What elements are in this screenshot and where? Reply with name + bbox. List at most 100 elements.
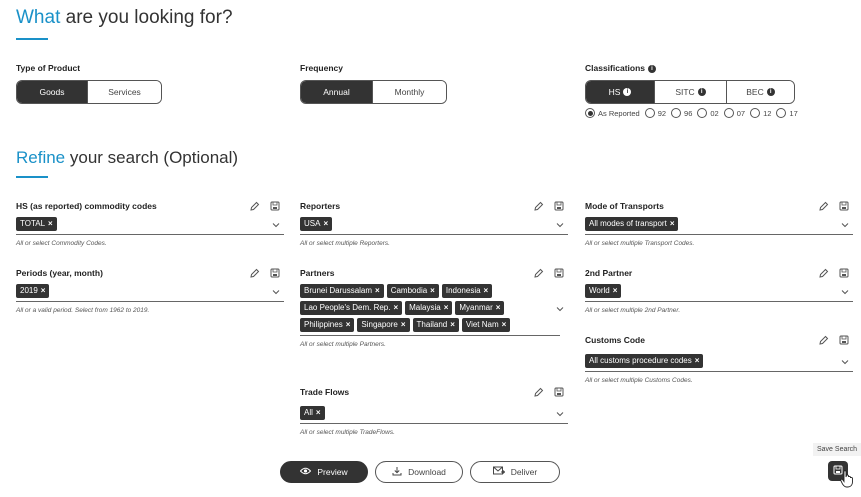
save-icon[interactable] (839, 335, 849, 345)
chip[interactable]: All customs procedure codes × (585, 354, 704, 368)
chip[interactable]: World × (585, 284, 622, 298)
partners-select[interactable]: Brunei Darussalam × Cambodia × Indonesia × … (300, 282, 564, 336)
chip[interactable]: Philippines × (300, 318, 355, 332)
field-label: Periods (year, month) (16, 268, 103, 278)
pencil-icon[interactable] (250, 201, 260, 211)
transport-select[interactable]: All modes of transport × (585, 215, 853, 235)
chip[interactable]: Viet Nam × (461, 318, 511, 332)
chevron-down-icon[interactable] (556, 410, 564, 418)
save-icon[interactable] (839, 201, 849, 211)
reporters-select[interactable]: USA × (300, 215, 568, 235)
bec-option[interactable]: BEC i (726, 81, 794, 103)
monthly-option[interactable]: Monthly (372, 81, 446, 103)
chip[interactable]: Malaysia × (405, 301, 453, 315)
chip[interactable]: USA × (300, 217, 333, 231)
save-icon[interactable] (270, 201, 280, 211)
annual-option[interactable]: Annual (301, 81, 372, 103)
info-icon: i (766, 88, 775, 96)
chip[interactable]: Myanmar × (455, 301, 505, 315)
field-label: HS (as reported) commodity codes (16, 201, 157, 211)
remove-chip-icon[interactable]: × (430, 286, 435, 295)
hs-codes-select[interactable]: TOTAL × (16, 215, 284, 235)
radio-07[interactable]: 07 (723, 108, 745, 118)
hs-option[interactable]: HS i (586, 81, 654, 103)
customs-select[interactable]: All customs procedure codes × (585, 352, 853, 372)
chevron-down-icon[interactable] (272, 288, 280, 296)
chip[interactable]: Cambodia × (386, 284, 439, 298)
remove-chip-icon[interactable]: × (346, 320, 351, 329)
save-search-tooltip: Save Search (813, 443, 861, 456)
field-label: Partners (300, 268, 335, 278)
remove-chip-icon[interactable]: × (401, 320, 406, 329)
remove-chip-icon[interactable]: × (48, 219, 53, 228)
remove-chip-icon[interactable]: × (502, 320, 507, 329)
partner2-select[interactable]: World × (585, 282, 853, 302)
radio-96[interactable]: 96 (671, 108, 692, 118)
chip[interactable]: TOTAL × (16, 217, 57, 231)
download-button[interactable]: Download (375, 461, 463, 483)
chevron-down-icon[interactable] (556, 221, 564, 229)
chip[interactable]: All × (300, 406, 325, 420)
type-of-product-label: Type of Product (16, 63, 81, 73)
radio-12[interactable]: 12 (750, 108, 771, 118)
sitc-option[interactable]: SITC i (654, 81, 726, 103)
remove-chip-icon[interactable]: × (496, 303, 501, 312)
trade-flows-select[interactable]: All × (300, 404, 568, 424)
hs-codes-field: HS (as reported) commodity codes TOTAL × … (16, 201, 284, 247)
periods-select[interactable]: 2019 × (16, 282, 284, 302)
chip[interactable]: Brunei Darussalam × (300, 284, 384, 298)
chevron-down-icon[interactable] (272, 221, 280, 229)
chevron-down-icon[interactable] (841, 288, 849, 296)
chip[interactable]: All modes of transport × (585, 217, 679, 231)
chip[interactable]: Lao People's Dem. Rep. × (300, 301, 403, 315)
classifications-label: Classifications i (585, 63, 656, 73)
remove-chip-icon[interactable]: × (484, 286, 489, 295)
eye-icon (300, 467, 312, 477)
radio-02[interactable]: 02 (697, 108, 719, 118)
remove-chip-icon[interactable]: × (695, 356, 700, 365)
classification-toggle: HS i SITC i BEC i (585, 80, 795, 104)
save-icon[interactable] (554, 268, 564, 278)
save-icon[interactable] (554, 201, 564, 211)
preview-button[interactable]: Preview (280, 461, 368, 483)
chip[interactable]: 2019 × (16, 284, 50, 298)
chevron-down-icon[interactable] (841, 221, 849, 229)
save-icon[interactable] (554, 387, 564, 397)
remove-chip-icon[interactable]: × (393, 303, 398, 312)
help-text: All or select Commodity Codes. (16, 240, 107, 247)
radio-92[interactable]: 92 (644, 108, 666, 118)
info-icon[interactable]: i (648, 64, 656, 73)
chevron-down-icon[interactable] (841, 358, 849, 366)
chip[interactable]: Indonesia × (441, 284, 493, 298)
remove-chip-icon[interactable]: × (316, 408, 321, 417)
pencil-icon[interactable] (534, 268, 544, 278)
pencil-icon[interactable] (250, 268, 260, 278)
field-label: Customs Code (585, 335, 645, 345)
pencil-icon[interactable] (819, 335, 829, 345)
chip[interactable]: Singapore × (357, 318, 410, 332)
remove-chip-icon[interactable]: × (375, 286, 380, 295)
pencil-icon[interactable] (819, 201, 829, 211)
pencil-icon[interactable] (534, 201, 544, 211)
remove-chip-icon[interactable]: × (41, 286, 46, 295)
save-icon[interactable] (839, 268, 849, 278)
remove-chip-icon[interactable]: × (670, 219, 675, 228)
pencil-icon[interactable] (819, 268, 829, 278)
services-option[interactable]: Services (87, 81, 161, 103)
chip[interactable]: Thailand × (412, 318, 459, 332)
help-text: All or select multiple Reporters. (300, 240, 390, 247)
radio-17[interactable]: 17 (776, 108, 798, 118)
remove-chip-icon[interactable]: × (444, 303, 449, 312)
remove-chip-icon[interactable]: × (450, 320, 455, 329)
help-text: All or select multiple TradeFlows. (300, 429, 395, 436)
save-icon[interactable] (270, 268, 280, 278)
chevron-down-icon[interactable] (556, 305, 564, 313)
remove-chip-icon[interactable]: × (323, 219, 328, 228)
goods-option[interactable]: Goods (17, 81, 87, 103)
customs-field: Customs Code All customs procedure codes… (585, 335, 853, 384)
pencil-icon[interactable] (534, 387, 544, 397)
help-text: All or select multiple Partners. (300, 341, 386, 348)
deliver-button[interactable]: Deliver (470, 461, 560, 483)
radio-as-reported[interactable]: As Reported (585, 108, 640, 118)
remove-chip-icon[interactable]: × (613, 286, 618, 295)
